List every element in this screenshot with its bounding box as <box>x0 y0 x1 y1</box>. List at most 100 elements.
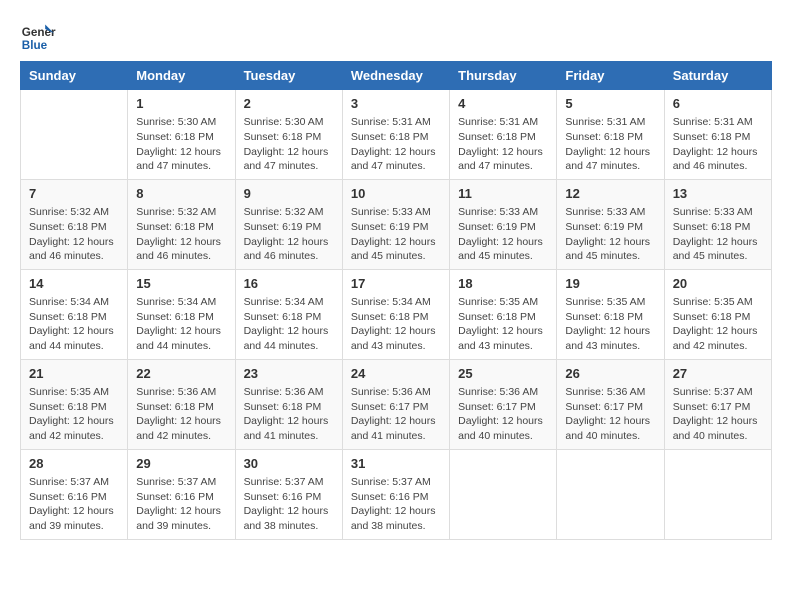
header-day-wednesday: Wednesday <box>342 62 449 90</box>
calendar-cell: 5 Sunrise: 5:31 AMSunset: 6:18 PMDaylight… <box>557 90 664 180</box>
day-number: 24 <box>351 365 441 383</box>
calendar-cell: 1Sunrise: 5:30 AMSunset: 6:18 PMDaylight… <box>128 90 235 180</box>
day-number: 25 <box>458 365 548 383</box>
cell-content: Sunrise: 5:36 AMSunset: 6:17 PMDaylight:… <box>351 385 441 444</box>
calendar-cell: 6 Sunrise: 5:31 AMSunset: 6:18 PMDaylight… <box>664 90 771 180</box>
calendar-cell: 16Sunrise: 5:34 AMSunset: 6:18 PMDayligh… <box>235 269 342 359</box>
calendar-cell: 2 Sunrise: 5:30 AMSunset: 6:18 PMDaylight… <box>235 90 342 180</box>
cell-content: Sunrise: 5:31 AMSunset: 6:18 PMDaylight:… <box>458 115 548 174</box>
calendar-body: 1Sunrise: 5:30 AMSunset: 6:18 PMDaylight… <box>21 90 772 540</box>
week-row-5: 28 Sunrise: 5:37 AMSunset: 6:16 PMDayligh… <box>21 449 772 539</box>
day-number: 12 <box>565 185 655 203</box>
calendar-cell <box>557 449 664 539</box>
cell-content: Sunrise: 5:33 AMSunset: 6:19 PMDaylight:… <box>351 205 441 264</box>
day-number: 11 <box>458 185 548 203</box>
cell-content: Sunrise: 5:37 AMSunset: 6:17 PMDaylight:… <box>673 385 763 444</box>
day-number: 19 <box>565 275 655 293</box>
cell-content: Sunrise: 5:30 AMSunset: 6:18 PMDaylight:… <box>244 115 334 174</box>
header-day-monday: Monday <box>128 62 235 90</box>
cell-content: Sunrise: 5:35 AMSunset: 6:18 PMDaylight:… <box>29 385 119 444</box>
cell-content: Sunrise: 5:32 AMSunset: 6:18 PMDaylight:… <box>29 205 119 264</box>
cell-content: Sunrise: 5:32 AMSunset: 6:19 PMDaylight:… <box>244 205 334 264</box>
cell-content: Sunrise: 5:31 AMSunset: 6:18 PMDaylight:… <box>565 115 655 174</box>
cell-content: Sunrise: 5:33 AMSunset: 6:18 PMDaylight:… <box>673 205 763 264</box>
week-row-2: 7Sunrise: 5:32 AMSunset: 6:18 PMDaylight… <box>21 179 772 269</box>
calendar-cell: 14 Sunrise: 5:34 AMSunset: 6:18 PMDayligh… <box>21 269 128 359</box>
cell-content: Sunrise: 5:37 AMSunset: 6:16 PMDaylight:… <box>351 475 441 534</box>
calendar-cell: 9 Sunrise: 5:32 AMSunset: 6:19 PMDaylight… <box>235 179 342 269</box>
cell-content: Sunrise: 5:33 AMSunset: 6:19 PMDaylight:… <box>565 205 655 264</box>
calendar-cell <box>664 449 771 539</box>
logo: General Blue <box>20 20 56 56</box>
calendar-cell: 24 Sunrise: 5:36 AMSunset: 6:17 PMDayligh… <box>342 359 449 449</box>
cell-content: Sunrise: 5:35 AMSunset: 6:18 PMDaylight:… <box>458 295 548 354</box>
calendar-cell: 8Sunrise: 5:32 AMSunset: 6:18 PMDaylight… <box>128 179 235 269</box>
cell-content: Sunrise: 5:32 AMSunset: 6:18 PMDaylight:… <box>136 205 226 264</box>
day-number: 5 <box>565 95 655 113</box>
cell-content: Sunrise: 5:35 AMSunset: 6:18 PMDaylight:… <box>673 295 763 354</box>
cell-content: Sunrise: 5:30 AMSunset: 6:18 PMDaylight:… <box>136 115 226 174</box>
day-number: 3 <box>351 95 441 113</box>
page-header: General Blue <box>20 20 772 56</box>
calendar-cell: 21 Sunrise: 5:35 AMSunset: 6:18 PMDayligh… <box>21 359 128 449</box>
calendar-cell: 28 Sunrise: 5:37 AMSunset: 6:16 PMDayligh… <box>21 449 128 539</box>
calendar-cell <box>21 90 128 180</box>
cell-content: Sunrise: 5:35 AMSunset: 6:18 PMDaylight:… <box>565 295 655 354</box>
cell-content: Sunrise: 5:34 AMSunset: 6:18 PMDaylight:… <box>29 295 119 354</box>
calendar-cell: 19 Sunrise: 5:35 AMSunset: 6:18 PMDayligh… <box>557 269 664 359</box>
header-day-thursday: Thursday <box>450 62 557 90</box>
cell-content: Sunrise: 5:31 AMSunset: 6:18 PMDaylight:… <box>673 115 763 174</box>
cell-content: Sunrise: 5:36 AMSunset: 6:18 PMDaylight:… <box>136 385 226 444</box>
cell-content: Sunrise: 5:31 AMSunset: 6:18 PMDaylight:… <box>351 115 441 174</box>
calendar-cell: 11 Sunrise: 5:33 AMSunset: 6:19 PMDayligh… <box>450 179 557 269</box>
day-number: 21 <box>29 365 119 383</box>
calendar-cell: 18 Sunrise: 5:35 AMSunset: 6:18 PMDayligh… <box>450 269 557 359</box>
day-number: 15 <box>136 275 226 293</box>
day-number: 28 <box>29 455 119 473</box>
cell-content: Sunrise: 5:37 AMSunset: 6:16 PMDaylight:… <box>29 475 119 534</box>
day-number: 9 <box>244 185 334 203</box>
cell-content: Sunrise: 5:36 AMSunset: 6:18 PMDaylight:… <box>244 385 334 444</box>
calendar-cell: 29Sunrise: 5:37 AMSunset: 6:16 PMDayligh… <box>128 449 235 539</box>
cell-content: Sunrise: 5:34 AMSunset: 6:18 PMDaylight:… <box>136 295 226 354</box>
day-number: 10 <box>351 185 441 203</box>
cell-content: Sunrise: 5:37 AMSunset: 6:16 PMDaylight:… <box>136 475 226 534</box>
calendar-cell: 4Sunrise: 5:31 AMSunset: 6:18 PMDaylight… <box>450 90 557 180</box>
day-number: 23 <box>244 365 334 383</box>
header-day-sunday: Sunday <box>21 62 128 90</box>
calendar-cell: 17Sunrise: 5:34 AMSunset: 6:18 PMDayligh… <box>342 269 449 359</box>
calendar-cell: 3 Sunrise: 5:31 AMSunset: 6:18 PMDaylight… <box>342 90 449 180</box>
day-number: 16 <box>244 275 334 293</box>
cell-content: Sunrise: 5:36 AMSunset: 6:17 PMDaylight:… <box>458 385 548 444</box>
week-row-3: 14 Sunrise: 5:34 AMSunset: 6:18 PMDayligh… <box>21 269 772 359</box>
calendar-cell: 26Sunrise: 5:36 AMSunset: 6:17 PMDayligh… <box>557 359 664 449</box>
calendar-cell: 20Sunrise: 5:35 AMSunset: 6:18 PMDayligh… <box>664 269 771 359</box>
week-row-4: 21 Sunrise: 5:35 AMSunset: 6:18 PMDayligh… <box>21 359 772 449</box>
calendar-cell: 30 Sunrise: 5:37 AMSunset: 6:16 PMDayligh… <box>235 449 342 539</box>
calendar-table: SundayMondayTuesdayWednesdayThursdayFrid… <box>20 61 772 540</box>
day-number: 6 <box>673 95 763 113</box>
calendar-cell <box>450 449 557 539</box>
calendar-header: SundayMondayTuesdayWednesdayThursdayFrid… <box>21 62 772 90</box>
calendar-cell: 12 Sunrise: 5:33 AMSunset: 6:19 PMDayligh… <box>557 179 664 269</box>
week-row-1: 1Sunrise: 5:30 AMSunset: 6:18 PMDaylight… <box>21 90 772 180</box>
svg-text:General: General <box>22 26 56 39</box>
header-day-friday: Friday <box>557 62 664 90</box>
calendar-cell: 10 Sunrise: 5:33 AMSunset: 6:19 PMDayligh… <box>342 179 449 269</box>
day-number: 18 <box>458 275 548 293</box>
cell-content: Sunrise: 5:33 AMSunset: 6:19 PMDaylight:… <box>458 205 548 264</box>
header-row: SundayMondayTuesdayWednesdayThursdayFrid… <box>21 62 772 90</box>
day-number: 2 <box>244 95 334 113</box>
day-number: 30 <box>244 455 334 473</box>
day-number: 27 <box>673 365 763 383</box>
day-number: 13 <box>673 185 763 203</box>
header-day-tuesday: Tuesday <box>235 62 342 90</box>
calendar-cell: 13 Sunrise: 5:33 AMSunset: 6:18 PMDayligh… <box>664 179 771 269</box>
calendar-cell: 31 Sunrise: 5:37 AMSunset: 6:16 PMDayligh… <box>342 449 449 539</box>
cell-content: Sunrise: 5:37 AMSunset: 6:16 PMDaylight:… <box>244 475 334 534</box>
day-number: 14 <box>29 275 119 293</box>
day-number: 22 <box>136 365 226 383</box>
day-number: 26 <box>565 365 655 383</box>
day-number: 31 <box>351 455 441 473</box>
calendar-cell: 25 Sunrise: 5:36 AMSunset: 6:17 PMDayligh… <box>450 359 557 449</box>
